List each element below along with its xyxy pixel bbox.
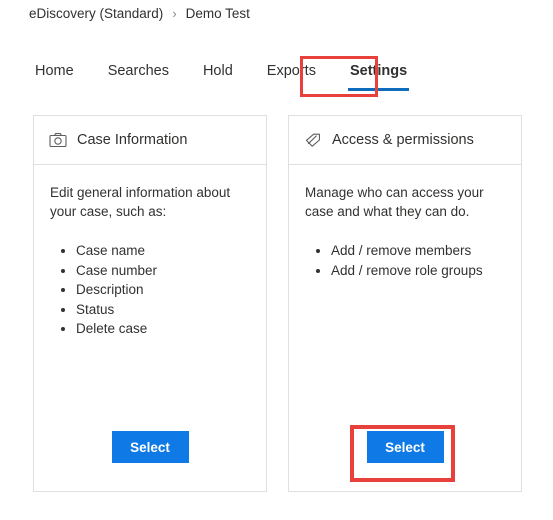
list-item: Add / remove members — [331, 241, 505, 261]
card-case-information: Case Information Edit general informatio… — [33, 115, 267, 492]
card-case-information-title: Case Information — [77, 132, 188, 148]
tag-icon — [303, 130, 323, 150]
list-item: Description — [76, 280, 250, 300]
card-access-permissions-footer: Select — [289, 431, 521, 491]
list-item: Case name — [76, 241, 250, 261]
tab-exports-label: Exports — [266, 63, 316, 79]
card-access-permissions-title: Access & permissions — [332, 132, 474, 148]
list-item: Delete case — [76, 319, 250, 339]
breadcrumb-parent-link[interactable]: eDiscovery (Standard) — [29, 6, 163, 21]
card-access-permissions-description: Manage who can access your case and what… — [305, 185, 484, 219]
case-information-select-button[interactable]: Select — [111, 431, 189, 463]
tab-searches[interactable]: Searches — [98, 58, 179, 82]
case-nav-tabs: Home Searches Hold Exports Settings — [25, 58, 417, 94]
card-case-information-header: Case Information — [34, 116, 266, 165]
tab-hold-label: Hold — [202, 63, 233, 79]
list-item: Add / remove role groups — [331, 261, 505, 281]
tab-home[interactable]: Home — [25, 58, 84, 82]
list-item: Status — [76, 300, 250, 320]
tab-exports[interactable]: Exports — [257, 58, 326, 82]
card-access-permissions-body: Manage who can access your case and what… — [289, 165, 521, 431]
camera-icon — [48, 130, 68, 150]
card-case-information-footer: Select — [34, 431, 266, 491]
card-case-information-description: Edit general information about your case… — [50, 185, 231, 219]
tab-settings-underline — [347, 88, 410, 91]
tab-settings-label: Settings — [349, 63, 408, 79]
tab-home-label: Home — [35, 63, 74, 79]
list-item: Case number — [76, 261, 250, 281]
tab-searches-label: Searches — [107, 63, 169, 79]
card-case-information-body: Edit general information about your case… — [34, 165, 266, 431]
breadcrumb: eDiscovery (Standard) › Demo Test — [29, 6, 250, 21]
card-access-permissions-header: Access & permissions — [289, 116, 521, 165]
settings-cards: Case Information Edit general informatio… — [33, 115, 522, 492]
card-access-permissions: Access & permissions Manage who can acce… — [288, 115, 522, 492]
breadcrumb-current: Demo Test — [185, 6, 250, 21]
tab-settings[interactable]: Settings — [340, 58, 417, 91]
tab-hold[interactable]: Hold — [193, 58, 243, 82]
chevron-right-icon: › — [172, 6, 177, 21]
card-access-permissions-list: Add / remove members Add / remove role g… — [305, 241, 505, 280]
access-permissions-select-button[interactable]: Select — [366, 431, 444, 463]
card-case-information-list: Case name Case number Description Status… — [50, 241, 250, 339]
